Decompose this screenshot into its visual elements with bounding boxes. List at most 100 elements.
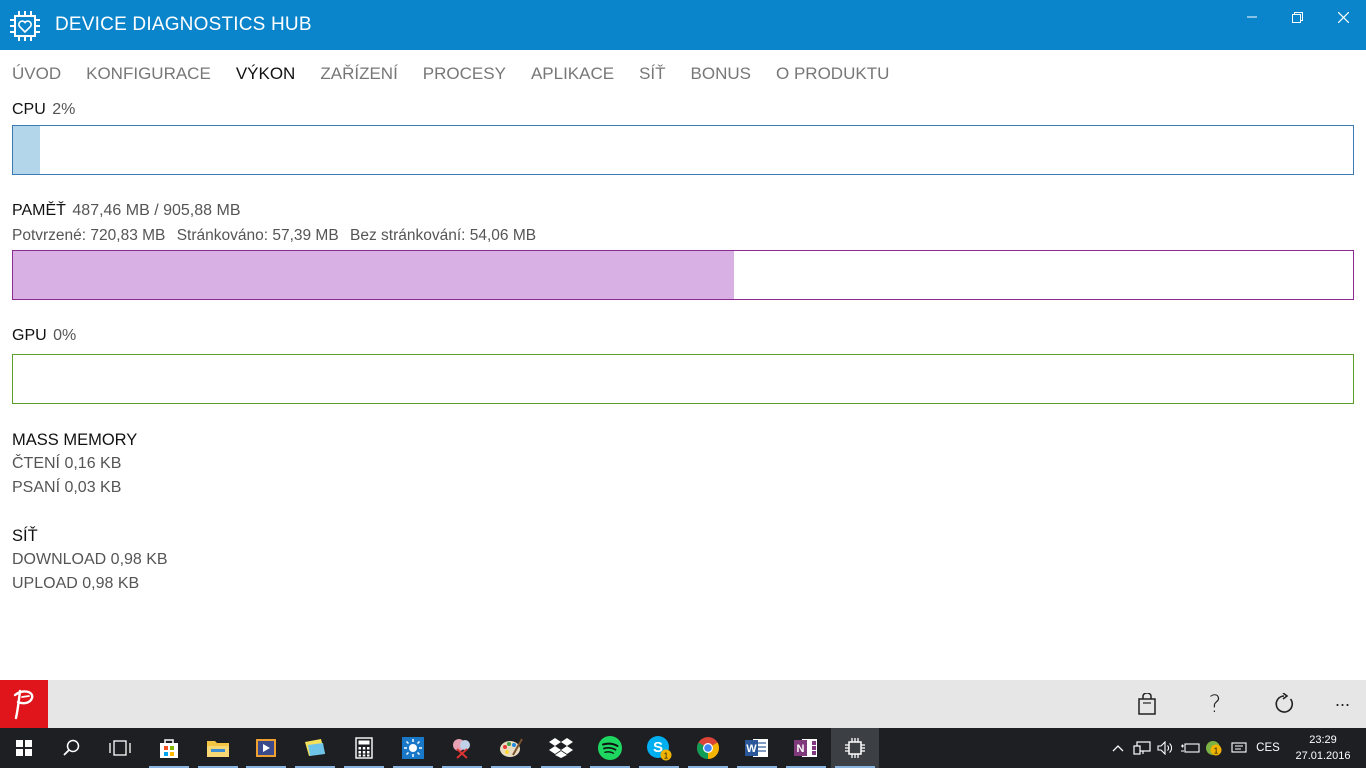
taskbar-paint[interactable] — [487, 728, 535, 768]
more-button[interactable]: ··· — [1318, 680, 1366, 728]
main-nav: ÚVOD KONFIGURACE VÝKON ZAŘÍZENÍ PROCESY … — [12, 64, 914, 86]
dropbox-icon — [549, 738, 573, 758]
message-icon — [1231, 741, 1247, 753]
restore-button[interactable] — [1274, 4, 1320, 30]
gpu-heading: GPU 0% — [12, 327, 76, 345]
gpu-label: GPU — [12, 327, 47, 344]
taskbar-spotify[interactable] — [586, 728, 634, 768]
volume-icon — [1157, 741, 1172, 755]
network-upload: UPLOAD 0,98 KB — [12, 575, 140, 592]
tab-konfigurace[interactable]: KONFIGURACE — [86, 64, 211, 86]
tab-bonus[interactable]: BONUS — [691, 64, 751, 86]
close-button[interactable] — [1320, 4, 1366, 30]
cpu-heading: CPU 2% — [12, 101, 75, 119]
task-view-button[interactable] — [96, 728, 144, 768]
tray-action-center[interactable] — [1228, 728, 1250, 768]
diagnostics-app-icon — [845, 738, 865, 758]
network-icon — [1133, 741, 1151, 755]
taskbar-sticky-notes[interactable] — [291, 728, 339, 768]
weather-icon — [402, 737, 424, 759]
clock-time: 23:29 — [1309, 734, 1337, 746]
publisher-logo-icon — [0, 680, 48, 728]
tray-battery[interactable] — [1178, 728, 1202, 768]
taskbar-chrome[interactable] — [684, 728, 732, 768]
tab-aplikace[interactable]: APLIKACE — [531, 64, 614, 86]
file-explorer-icon — [207, 741, 229, 757]
help-icon: ? — [1208, 690, 1222, 718]
taskbar-onenote[interactable]: N — [782, 728, 830, 768]
taskbar-skype[interactable]: S1 — [635, 728, 683, 768]
start-icon — [16, 740, 32, 756]
memory-details: Potvrzené: 720,83 MB Stránkováno: 57,39 … — [12, 227, 543, 245]
taskbar: S1 W N 1 CES 23:29 27.01.2016 — [0, 728, 1366, 768]
taskbar-media-player[interactable] — [242, 728, 290, 768]
taskbar-weather[interactable] — [389, 728, 437, 768]
memory-usage-bar — [12, 250, 1354, 300]
snipping-icon — [453, 739, 470, 759]
chevron-up-icon — [1112, 745, 1124, 752]
tray-notification-app[interactable]: 1 — [1202, 728, 1226, 768]
paint-icon — [500, 738, 523, 757]
refresh-icon — [1275, 693, 1294, 713]
tab-o-produktu[interactable]: O PRODUKTU — [776, 64, 889, 86]
mass-memory-read: ČTENÍ 0,16 KB — [12, 455, 122, 472]
more-icon: ··· — [1334, 693, 1351, 714]
refresh-button[interactable] — [1260, 680, 1308, 728]
tray-overflow-button[interactable] — [1108, 728, 1128, 768]
store-button[interactable] — [1123, 680, 1171, 728]
app-title: DEVICE DIAGNOSTICS HUB — [55, 14, 312, 35]
restore-icon — [1291, 11, 1303, 23]
memory-label: PAMĚŤ — [12, 202, 66, 219]
network-title: SÍŤ — [12, 527, 38, 545]
language-indicator: CES — [1256, 742, 1280, 754]
search-icon — [63, 739, 80, 756]
memory-value: 487,46 MB / 905,88 MB — [72, 202, 241, 219]
svg-text:N: N — [797, 743, 805, 755]
battery-icon — [1181, 743, 1200, 753]
taskbar-dropbox[interactable] — [537, 728, 585, 768]
sticky-notes-icon — [305, 739, 325, 756]
tab-vykon[interactable]: VÝKON — [236, 64, 296, 86]
tab-procesy[interactable]: PROCESY — [423, 64, 506, 86]
cpu-value: 2% — [52, 101, 76, 118]
skype-icon: S1 — [647, 736, 672, 761]
taskbar-snipping-tool[interactable] — [438, 728, 486, 768]
title-bar: DEVICE DIAGNOSTICS HUB — [0, 0, 1366, 50]
chrome-icon — [697, 737, 719, 759]
taskbar-diagnostics-hub[interactable] — [831, 728, 879, 768]
chip-heart-icon — [10, 11, 40, 41]
badge-app-icon: 1 — [1206, 741, 1222, 756]
minimize-icon — [1247, 16, 1257, 18]
taskbar-store[interactable] — [145, 728, 193, 768]
gpu-value: 0% — [53, 327, 77, 344]
store-app-icon — [160, 739, 178, 758]
media-player-icon — [256, 739, 276, 757]
svg-text:W: W — [746, 743, 757, 755]
tab-sit[interactable]: SÍŤ — [639, 64, 665, 86]
memory-nonpaged: Bez stránkování: 54,06 MB — [350, 227, 537, 244]
memory-paged: Stránkováno: 57,39 MB — [176, 227, 339, 244]
search-button[interactable] — [48, 728, 96, 768]
tray-badge: 1 — [1214, 747, 1219, 756]
calculator-icon — [355, 737, 373, 759]
clock-date: 27.01.2016 — [1295, 750, 1351, 762]
minimize-button[interactable] — [1229, 4, 1275, 30]
taskbar-clock[interactable]: 23:29 27.01.2016 — [1288, 732, 1358, 764]
start-button[interactable] — [0, 728, 48, 768]
taskbar-word[interactable]: W — [733, 728, 781, 768]
tray-language[interactable]: CES — [1252, 728, 1284, 768]
taskbar-calculator[interactable] — [340, 728, 388, 768]
cpu-usage-bar — [12, 125, 1354, 175]
tray-volume[interactable] — [1154, 728, 1176, 768]
close-icon — [1337, 11, 1349, 23]
cpu-label: CPU — [12, 101, 46, 118]
cpu-usage-fill — [13, 126, 40, 174]
taskbar-file-explorer[interactable] — [194, 728, 242, 768]
store-icon — [1138, 693, 1156, 715]
spotify-icon — [598, 736, 622, 760]
tray-network[interactable] — [1130, 728, 1154, 768]
word-icon: W — [745, 739, 768, 757]
tab-uvod[interactable]: ÚVOD — [12, 64, 61, 86]
help-button[interactable]: ? — [1191, 680, 1239, 728]
tab-zarizeni[interactable]: ZAŘÍZENÍ — [320, 64, 397, 86]
